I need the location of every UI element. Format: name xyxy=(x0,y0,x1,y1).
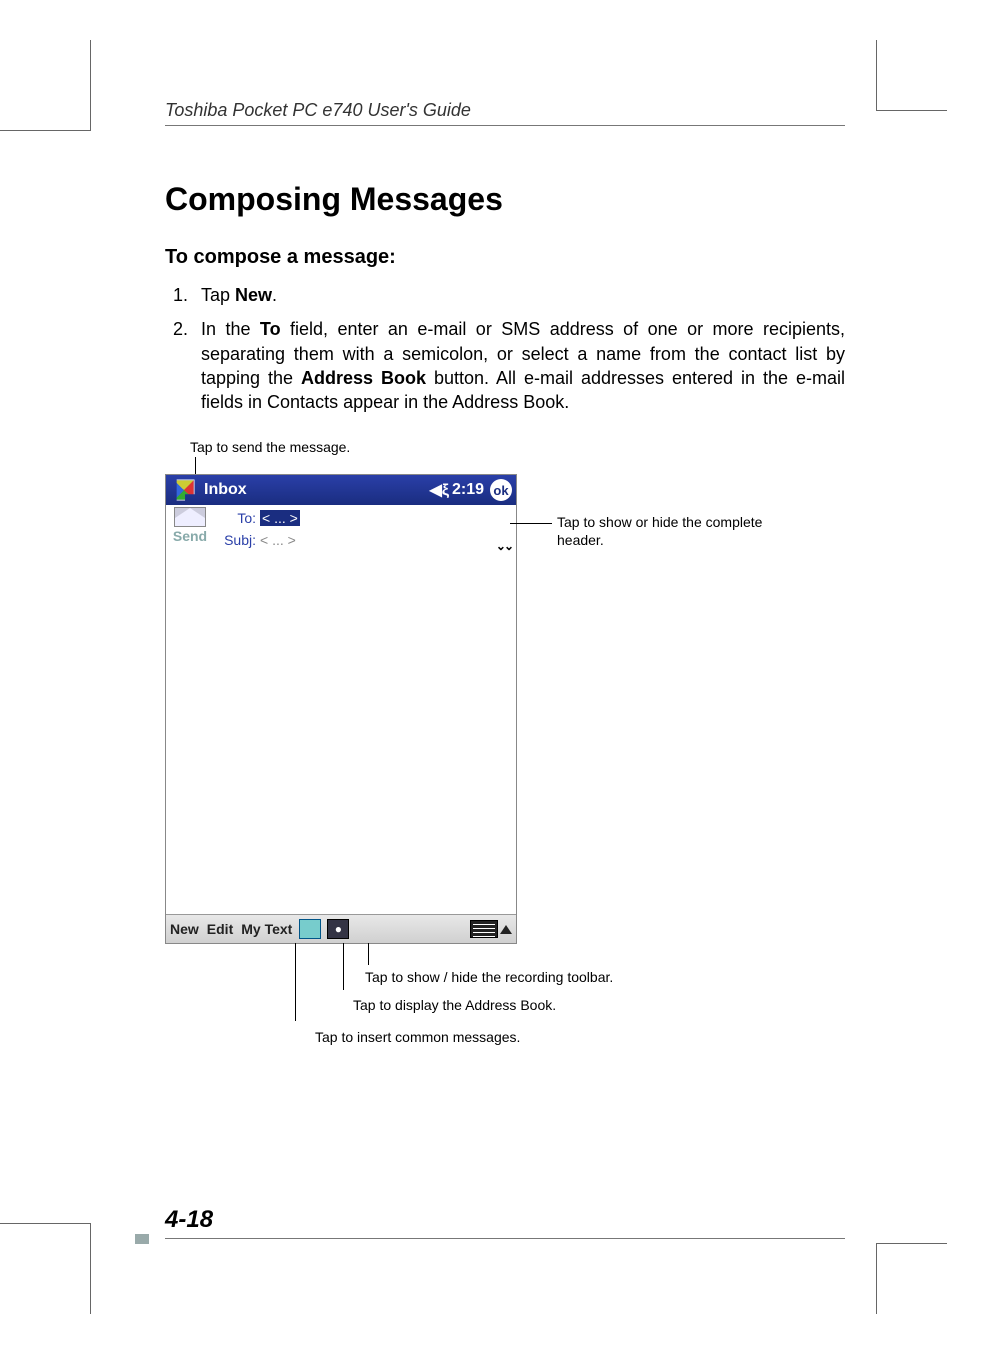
section-subhead: To compose a message: xyxy=(165,246,845,269)
crop-mark xyxy=(0,40,91,131)
header-toggle-icon[interactable]: ⌄⌄ xyxy=(496,539,512,553)
address-book-icon[interactable] xyxy=(299,919,321,939)
crop-mark xyxy=(876,40,947,111)
device-screenshot: Inbox ◀ξ 2:19 ok Send To: < ... > Su xyxy=(165,474,517,944)
start-icon[interactable] xyxy=(174,480,195,501)
input-panel-arrow-icon[interactable] xyxy=(500,925,512,934)
callout-send: Tap to send the message. xyxy=(190,439,350,457)
step-text: In the xyxy=(201,319,260,339)
subj-field[interactable]: < ... > xyxy=(260,532,296,548)
crop-mark xyxy=(876,1243,947,1314)
leader-line xyxy=(343,943,344,990)
to-label: To: xyxy=(216,510,256,526)
step-text: Tap xyxy=(201,285,235,305)
leader-line xyxy=(295,943,296,1021)
section-title: Composing Messages xyxy=(165,181,845,218)
titlebar: Inbox ◀ξ 2:19 ok xyxy=(166,475,516,505)
envelope-icon[interactable] xyxy=(174,507,206,527)
footer-rule xyxy=(165,1238,845,1239)
step-bold: New xyxy=(235,285,272,305)
menu-edit[interactable]: Edit xyxy=(203,921,237,937)
page-footer: 4-18 xyxy=(165,1206,845,1239)
message-header: Send To: < ... > Subj: < ... > ⌄⌄ xyxy=(166,505,516,556)
step-list: Tap New. In the To field, enter an e-mai… xyxy=(165,283,845,414)
callout-header-toggle: Tap to show or hide the complete header. xyxy=(557,514,797,549)
callout-recording: Tap to show / hide the recording toolbar… xyxy=(365,969,613,987)
message-body[interactable] xyxy=(166,555,516,915)
keyboard-icon[interactable] xyxy=(470,920,498,938)
leader-line xyxy=(368,943,369,965)
step-text: . xyxy=(272,285,277,305)
clock: 2:19 xyxy=(452,481,484,499)
page-number: 4-18 xyxy=(165,1206,213,1233)
crop-mark xyxy=(0,1223,91,1314)
ok-button[interactable]: ok xyxy=(490,479,512,501)
running-head: Toshiba Pocket PC e740 User's Guide xyxy=(165,100,845,126)
menu-my-text[interactable]: My Text xyxy=(237,921,296,937)
app-title: Inbox xyxy=(204,481,247,499)
step-2: In the To field, enter an e-mail or SMS … xyxy=(193,317,845,414)
step-bold: Address Book xyxy=(301,368,426,388)
subj-label: Subj: xyxy=(216,532,256,548)
step-1: Tap New. xyxy=(193,283,845,307)
step-bold: To xyxy=(260,319,281,339)
volume-icon[interactable]: ◀ξ xyxy=(430,480,449,500)
figure: Tap to send the message. Inbox ◀ξ 2:19 o… xyxy=(165,439,845,1079)
menu-new[interactable]: New xyxy=(166,921,203,937)
callout-my-text: Tap to insert common messages. xyxy=(315,1029,520,1047)
leader-line xyxy=(510,523,552,524)
callout-address-book: Tap to display the Address Book. xyxy=(353,997,556,1015)
bottom-toolbar: New Edit My Text ● xyxy=(166,914,516,943)
send-button[interactable]: Send xyxy=(168,528,212,544)
to-field[interactable]: < ... > xyxy=(260,510,300,526)
recording-icon[interactable]: ● xyxy=(327,919,349,939)
